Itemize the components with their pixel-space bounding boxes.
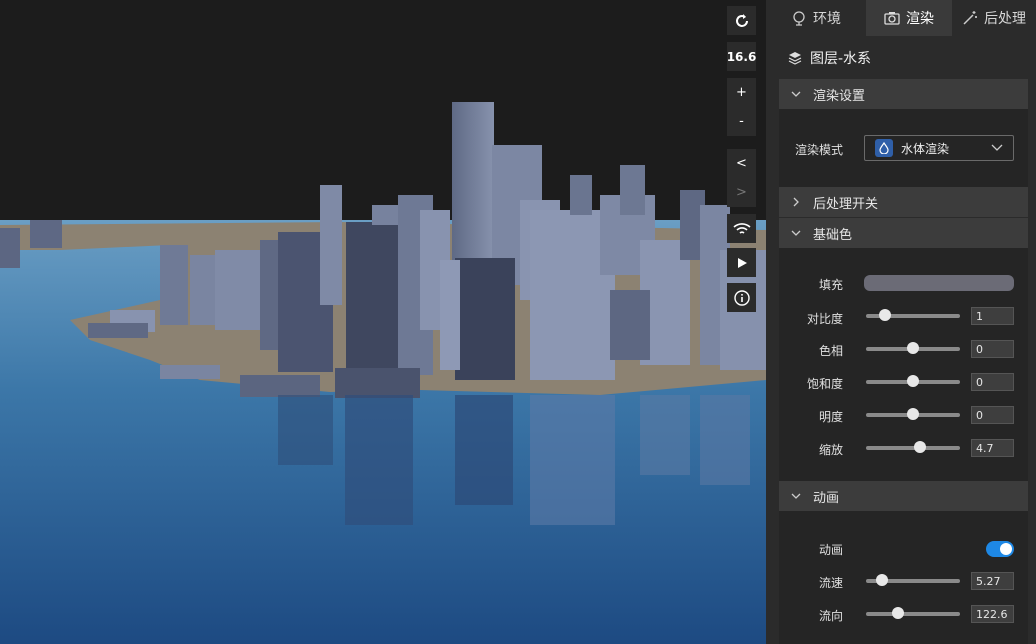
slider-thumb[interactable] xyxy=(907,408,919,420)
chevron-right-icon xyxy=(793,197,799,207)
render-mode-select[interactable]: 水体渲染 xyxy=(864,135,1014,161)
tab-label: 后处理 xyxy=(984,11,1026,27)
toggle-knob xyxy=(1000,543,1012,555)
direction-slider[interactable] xyxy=(866,607,960,619)
slider-thumb[interactable] xyxy=(891,607,904,619)
prev-button[interactable]: < xyxy=(727,149,756,178)
tab-environment[interactable]: 环境 xyxy=(766,0,866,36)
saturation-value[interactable]: 0 xyxy=(971,373,1014,391)
info-button[interactable] xyxy=(727,283,756,312)
slider-thumb[interactable] xyxy=(913,441,926,453)
layers-icon xyxy=(788,52,802,65)
tab-label: 环境 xyxy=(813,11,841,27)
section-render-settings[interactable]: 渲染设置 xyxy=(779,79,1028,109)
next-button[interactable]: > xyxy=(727,178,756,207)
speed-value[interactable]: 5.27 xyxy=(971,572,1014,590)
wifi-button[interactable] xyxy=(727,214,756,243)
render-mode-value: 水体渲染 xyxy=(901,141,950,156)
section-base-color[interactable]: 基础色 xyxy=(779,218,1028,248)
fill-label: 填充 xyxy=(818,278,843,292)
chevron-down-icon xyxy=(991,144,1003,151)
water-drop-icon xyxy=(875,139,893,157)
section-animation[interactable]: 动画 xyxy=(779,481,1028,511)
fill-color-swatch[interactable] xyxy=(864,275,1014,291)
hue-label: 色相 xyxy=(818,344,843,358)
section-title: 后处理开关 xyxy=(813,196,879,212)
layer-title: 图层-水系 xyxy=(788,48,871,68)
render-mode-label: 渲染模式 xyxy=(794,143,843,157)
zoom-out-button[interactable]: - xyxy=(727,107,756,136)
direction-label: 流向 xyxy=(818,609,843,623)
hue-value[interactable]: 0 xyxy=(971,340,1014,358)
info-icon xyxy=(733,289,750,306)
zoom-in-button[interactable]: + xyxy=(727,78,756,107)
brightness-label: 明度 xyxy=(818,410,843,424)
animation-toggle[interactable] xyxy=(986,541,1014,557)
refresh-button[interactable] xyxy=(727,6,756,35)
layer-title-text: 图层-水系 xyxy=(810,51,872,67)
play-icon xyxy=(737,257,747,268)
wifi-icon xyxy=(732,222,751,234)
globe-icon xyxy=(793,11,805,26)
scale-value[interactable]: 4.7 xyxy=(971,439,1014,457)
animation-toggle-label: 动画 xyxy=(818,543,843,557)
scale-slider[interactable] xyxy=(866,441,960,453)
brightness-slider[interactable] xyxy=(866,408,960,420)
tab-post-processing[interactable]: 后处理 xyxy=(952,0,1036,36)
slider-thumb[interactable] xyxy=(907,342,919,354)
tab-label: 渲染 xyxy=(906,11,934,27)
contrast-slider[interactable] xyxy=(866,309,960,321)
zoom-level: 16.6 xyxy=(727,42,756,71)
slider-thumb[interactable] xyxy=(875,574,888,586)
section-title: 基础色 xyxy=(813,227,853,243)
map-viewport[interactable] xyxy=(0,0,766,644)
refresh-icon xyxy=(735,13,748,27)
section-title: 渲染设置 xyxy=(813,88,866,104)
panel-scrollbar[interactable] xyxy=(1028,36,1036,644)
speed-label: 流速 xyxy=(818,576,843,590)
play-button[interactable] xyxy=(727,248,756,277)
slider-thumb[interactable] xyxy=(907,375,919,387)
scale-label: 缩放 xyxy=(818,443,843,457)
slider-thumb[interactable] xyxy=(878,309,891,321)
chevron-down-icon xyxy=(791,493,801,499)
chevron-down-icon xyxy=(791,230,801,236)
chevron-down-icon xyxy=(791,91,801,97)
hue-slider[interactable] xyxy=(866,342,960,354)
magic-wand-icon xyxy=(963,11,977,25)
camera-icon xyxy=(884,12,900,25)
tab-render[interactable]: 渲染 xyxy=(866,0,952,36)
contrast-label: 对比度 xyxy=(806,312,843,326)
section-title: 动画 xyxy=(813,490,840,506)
tab-bar: 环境 渲染 后处理 xyxy=(766,0,1036,36)
speed-slider[interactable] xyxy=(866,574,960,586)
settings-panel: 环境 渲染 后处理 图层-水系 渲染设置 渲染模式 水体渲染 后处理开关 基础色… xyxy=(766,0,1036,644)
saturation-label: 饱和度 xyxy=(806,377,843,391)
brightness-value[interactable]: 0 xyxy=(971,406,1014,424)
saturation-slider[interactable] xyxy=(866,375,960,387)
contrast-value[interactable]: 1 xyxy=(971,307,1014,325)
city-water-scene xyxy=(0,0,766,644)
direction-value[interactable]: 122.6 xyxy=(971,605,1014,623)
section-post-toggle[interactable]: 后处理开关 xyxy=(779,187,1028,217)
